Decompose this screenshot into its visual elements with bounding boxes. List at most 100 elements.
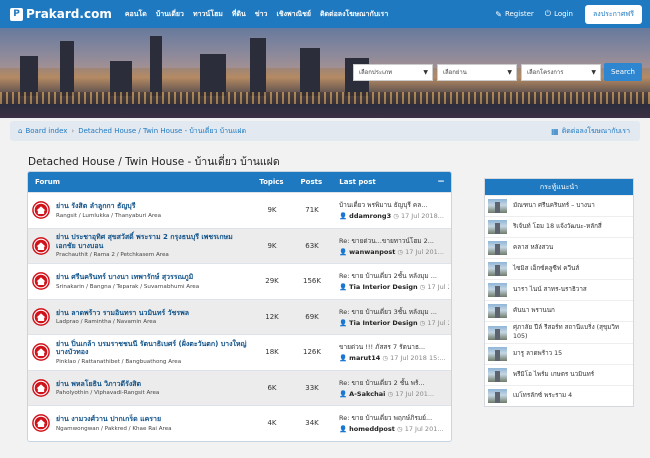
recommended-panel: กระทู้แนะนำ มัณฑนา ศรีนครินทร์ – บางนา ริ… [484, 178, 634, 407]
recommended-item[interactable]: นารา ไนน์ สาทร-นราธิวาส [485, 279, 633, 300]
forum-row[interactable]: ย่าน ประชาอุทิศ สุขสวัสดิ์ พระราม 2 กรุง… [28, 227, 451, 263]
project-select[interactable]: เลือกโครงการ ▼ [520, 63, 601, 81]
project-thumbnail [488, 220, 507, 234]
search-button[interactable]: Search [603, 63, 642, 81]
last-post: Re: ขาย บ้านเดี่ยว 2 ชั้น พร้... 👤 A-Sakc… [332, 371, 449, 406]
last-post-user[interactable]: homeddpost [349, 425, 395, 433]
breadcrumb-board-index[interactable]: Board index [25, 127, 67, 135]
forum-title-link[interactable]: ย่าน ประชาอุทิศ สุขสวัสดิ์ พระราม 2 กรุง… [56, 233, 252, 250]
nav-item-house[interactable]: บ้านเดี่ยว [156, 9, 184, 20]
register-label: Register [504, 10, 534, 18]
forum-row[interactable]: ย่าน ศรีนครินทร์ บางนา เทพารักษ์ สุวรรณภ… [28, 263, 451, 299]
nav-item-land[interactable]: ที่ดิน [232, 9, 246, 20]
last-post-link[interactable]: Re: ขายด่วน...ขายทาวน์โฮม 2... [339, 236, 449, 246]
zone-select[interactable]: เลือกย่าน ▼ [436, 63, 517, 81]
last-post-user[interactable]: marut14 [349, 354, 380, 362]
last-post-link[interactable]: Re: ขาย บ้านเดี่ยว 2 ชั้น พร้... [339, 378, 449, 388]
forum-title-link[interactable]: ย่าน ลาดพร้าว รามอินทรา นวมินทร์ วัชรพล [56, 309, 189, 318]
forum-row[interactable]: ย่าน พหลโยธิน วิภาวดีรังสิต Paholyothin /… [28, 369, 451, 406]
project-thumbnail [488, 262, 507, 276]
forum-cell: ย่าน ปิ่นเกล้า บรมราชชนนี รัตนาธิเบศร์ (… [28, 335, 252, 370]
forum-row[interactable]: ย่าน งามวงศ์วาน ปากเกร็ด แคราย Ngamwongwa… [28, 405, 451, 441]
last-post-time: 17 Jul 201... [427, 283, 449, 292]
banner-building [60, 41, 74, 96]
banner-building [300, 48, 320, 96]
forum-title-link[interactable]: ย่าน งามวงศ์วาน ปากเกร็ด แคราย [56, 415, 172, 424]
forum-row[interactable]: ย่าน ลาดพร้าว รามอินทรา นวมินทร์ วัชรพล L… [28, 298, 451, 334]
forum-titles: ย่าน ศรีนครินทร์ บางนา เทพารักษ์ สุวรรณภ… [56, 273, 199, 290]
forum-cell: ย่าน พหลโยธิน วิภาวดีรังสิต Paholyothin /… [28, 371, 252, 406]
recommended-item-label: พรีมิโอ ไพร์ม เกษตร นวมินทร์ [513, 370, 595, 378]
last-post-time: 17 Jul 201... [395, 389, 435, 398]
forum-title-link[interactable]: ย่าน ศรีนครินทร์ บางนา เทพารักษ์ สุวรรณภ… [56, 273, 199, 282]
recommended-item[interactable]: ริเจ้นท์ โฮม 18 แจ้งวัฒนะ-หลักสี่ [485, 216, 633, 237]
post-count: 63K [305, 241, 319, 250]
last-post-user[interactable]: Tia Interior Design [349, 283, 417, 291]
user-icon: 👤 [339, 247, 350, 256]
register-link[interactable]: ✎ Register [495, 10, 534, 19]
recommended-item[interactable]: มารู ลาดพร้าว 15 [485, 343, 633, 364]
last-post-link[interactable]: Re: ขาย บ้านเดี่ยว 3ชั้น หลังมุม ... [339, 307, 449, 317]
forum-title-link[interactable]: ย่าน พหลโยธิน วิภาวดีรังสิต [56, 380, 159, 389]
site-logo[interactable]: P Prakard.com [10, 7, 112, 21]
recommended-item[interactable]: มัณฑนา ศรีนครินทร์ – บางนา [485, 195, 633, 216]
recommended-item[interactable]: ศุภาลัย ปีล์ รีสอร์ท สถานีแบริ่ง (สุขุมว… [485, 321, 633, 343]
last-post-user[interactable]: ddamrong3 [349, 212, 391, 220]
last-post-user[interactable]: Tia Interior Design [349, 319, 417, 327]
recommended-item[interactable]: คันนา พรานนก [485, 300, 633, 321]
last-post-link[interactable]: Re: ขาย บ้านเดี่ยว พฤกษ์ภิรมย์... [339, 413, 449, 423]
user-icon: 👤 [339, 318, 350, 327]
forum-cell: ย่าน งามวงศ์วาน ปากเกร็ด แคราย Ngamwongwa… [28, 406, 252, 441]
free-post-button[interactable]: ลงประกาศฟรี [585, 4, 642, 24]
forum-titles: ย่าน ลาดพร้าว รามอินทรา นวมินทร์ วัชรพล L… [56, 309, 189, 326]
zone-select-value: เลือกย่าน [442, 69, 467, 76]
breadcrumb-separator-icon: › [71, 127, 75, 135]
nav-item-news[interactable]: ข่าว [255, 9, 268, 20]
col-last-post: Last post [339, 178, 376, 186]
last-post-link[interactable]: ขายด่วน !!! ภัสสร 7 รัตนาธ... [339, 342, 449, 352]
register-icon: ✎ [495, 9, 502, 19]
page-title: Detached House / Twin House - บ้านเดี่ยว… [28, 156, 280, 168]
login-link[interactable]: ⏻ Login [545, 9, 573, 19]
type-select[interactable]: เลือกประเภท ▼ [352, 63, 433, 81]
last-post-time: 17 Jul 201... [404, 425, 444, 434]
recommended-item[interactable]: คลาส หลังสวน [485, 237, 633, 258]
recommended-item[interactable]: เมโทรลักซ์ พระราม 4 [485, 385, 633, 406]
contact-advertise-link[interactable]: ▦ ติดต่อลงโฆษณากับเรา [551, 126, 630, 137]
last-post-link[interactable]: Re: ขาย บ้านเดี่ยว 2ชั้น หลังมุม ... [339, 271, 449, 281]
forum-cell: ย่าน รังสิต ลำลูกกา ธัญบุรี Rangsit / Lum… [28, 193, 252, 228]
nav-item-commercial[interactable]: เชิงพาณิชย์ [276, 9, 310, 20]
last-post-link[interactable]: บ้านเดี่ยว พรพิมาน ธัญบุรี คล... [339, 200, 449, 210]
collapse-toggle-icon[interactable]: − [431, 177, 451, 187]
contact-advertise-label: ติดต่อลงโฆษณากับเรา [561, 126, 630, 135]
recommended-item[interactable]: ไซมิส เอ็กซ์คลูซีฟ ควีนส์ [485, 258, 633, 279]
breadcrumb-current[interactable]: Detached House / Twin House - บ้านเดี่ยว… [78, 126, 246, 137]
forum-description: Ladprao / Ramintha / Navamin Area [56, 319, 157, 325]
last-post: Re: ขาย บ้านเดี่ยว พฤกษ์ภิรมย์... 👤 homed… [332, 406, 449, 441]
banner-building [110, 61, 132, 96]
last-post-time: 17 Jul 2018... [400, 212, 444, 221]
nav-item-condo[interactable]: คอนโด [125, 9, 147, 20]
last-post-user[interactable]: wanwanpost [349, 248, 395, 256]
forum-title-link[interactable]: ย่าน รังสิต ลำลูกกา ธัญบุรี [56, 202, 161, 211]
banner-sky [0, 28, 650, 68]
user-icon: 👤 [339, 354, 350, 363]
forum-description: Paholyothin / Viphavadi-Rangsit Area [56, 390, 160, 396]
forum-row[interactable]: ย่าน รังสิต ลำลูกกา ธัญบุรี Rangsit / Lum… [28, 192, 451, 228]
banner-building [20, 56, 38, 96]
nav-item-townhome[interactable]: ทาวน์โฮม [193, 9, 223, 20]
col-forum: Forum [35, 178, 61, 186]
logo-text: Prakard.com [26, 7, 112, 21]
last-post-user[interactable]: A-Sakchai [349, 390, 385, 398]
forum-title-link[interactable]: ย่าน ปิ่นเกล้า บรมราชชนนี รัตนาธิเบศร์ (… [56, 340, 252, 357]
forum-titles: ย่าน งามวงศ์วาน ปากเกร็ด แคราย Ngamwongwa… [56, 415, 172, 432]
forum-titles: ย่าน รังสิต ลำลูกกา ธัญบุรี Rangsit / Lum… [56, 202, 161, 219]
nav-item-advertise[interactable]: ติดต่อลงโฆษณากับเรา [320, 9, 388, 20]
recommended-item[interactable]: พรีมิโอ ไพร์ม เกษตร นวมินทร์ [485, 364, 633, 385]
col-topics: Topics [259, 178, 284, 186]
forum-row[interactable]: ย่าน ปิ่นเกล้า บรมราชชนนี รัตนาธิเบศร์ (… [28, 334, 451, 370]
forum-house-icon [32, 343, 50, 362]
forum-cell: ย่าน ศรีนครินทร์ บางนา เทพารักษ์ สุวรรณภ… [28, 264, 252, 299]
topic-count: 4K [267, 419, 277, 428]
last-post-meta: 👤 ddamrong3 ◷ 17 Jul 2018... [339, 212, 449, 220]
